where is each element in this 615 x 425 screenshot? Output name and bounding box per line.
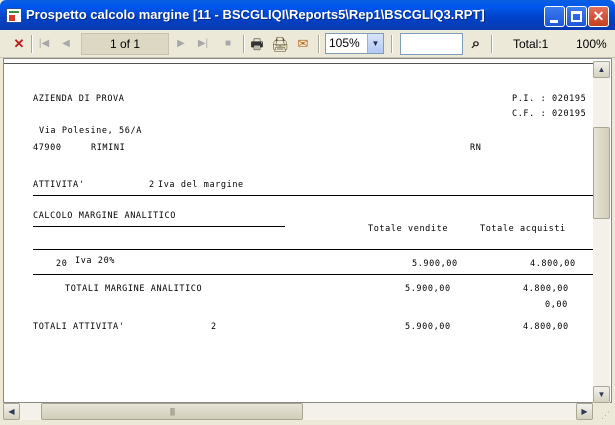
window-title: Prospetto calcolo margine [11 - BSCGLIQI… <box>26 7 485 22</box>
vertical-scrollbar[interactable]: ▲ ▼ <box>593 61 610 403</box>
viewer-toolbar: ✕ |◀ ◀ 1 of 1 ▶ ▶| ■ 🖶 🖨 ✉ 105% ▼ ⌕ Tota… <box>0 30 615 58</box>
horizontal-scroll-thumb[interactable]: |||| <box>41 403 303 420</box>
row-acquisti: 4.800,00 <box>530 259 576 269</box>
toolbar-separator <box>491 35 492 53</box>
vertical-scroll-thumb[interactable] <box>593 127 610 219</box>
row-divider <box>33 274 596 275</box>
printer-setup-icon[interactable]: 🖨 <box>271 34 289 54</box>
search-input[interactable] <box>400 33 463 55</box>
total-records-label: Total:1 <box>513 37 549 51</box>
company-name: AZIENDA DI PROVA <box>33 94 125 104</box>
totali-attivita-acquisti: 4.800,00 <box>523 322 569 332</box>
export-icon[interactable]: ✉ <box>294 34 312 54</box>
records-percent-label: 100% <box>576 37 607 51</box>
attivita-description: Iva del margine <box>158 180 244 190</box>
company-cap: 47900 <box>33 143 62 153</box>
section-divider <box>33 195 596 196</box>
page-top-edge <box>4 63 596 64</box>
toolbar-separator <box>243 35 244 53</box>
previous-page-icon[interactable]: ◀ <box>59 34 73 54</box>
toolbar-separator <box>318 35 319 53</box>
company-city: RIMINI <box>91 143 126 153</box>
company-address: Via Polesine, 56/A <box>39 126 142 136</box>
totali-attivita-code: 2 <box>211 322 217 332</box>
header-divider <box>33 249 596 250</box>
attivita-code: 2 <box>149 180 155 190</box>
report-app-icon <box>6 8 22 23</box>
print-icon[interactable]: 🖶 <box>248 34 266 54</box>
toolbar-separator <box>31 35 32 53</box>
totali-margine-extra: 0,00 <box>545 300 568 310</box>
scroll-right-icon[interactable]: ▶ <box>576 403 593 420</box>
zoom-select[interactable]: 105% ▼ <box>325 33 384 54</box>
minimize-icon <box>550 20 558 23</box>
company-province: RN <box>470 143 482 153</box>
column-header-acquisti: Totale acquisti <box>480 224 566 234</box>
row-description: Iva 20% <box>75 256 116 266</box>
last-page-icon[interactable]: ▶| <box>195 34 211 54</box>
codice-fiscale: C.F. : 020195 <box>512 109 587 119</box>
row-code: 20 <box>56 259 68 269</box>
scroll-down-icon[interactable]: ▼ <box>593 386 610 403</box>
section-title: CALCOLO MARGINE ANALITICO <box>33 211 176 221</box>
close-icon: ✕ <box>592 8 605 24</box>
close-window-button[interactable]: ✕ <box>588 6 609 27</box>
first-page-icon[interactable]: |◀ <box>36 34 52 54</box>
next-page-icon[interactable]: ▶ <box>174 34 188 54</box>
totali-attivita-vendite: 5.900,00 <box>405 322 451 332</box>
totali-attivita-label: TOTALI ATTIVITA' <box>33 322 125 332</box>
zoom-value: 105% <box>329 36 360 50</box>
stop-icon[interactable]: ■ <box>221 34 235 54</box>
toolbar-separator <box>391 35 392 53</box>
resize-corner[interactable]: ⋰ <box>593 403 613 423</box>
scroll-left-icon[interactable]: ◀ <box>3 403 20 420</box>
minimize-button[interactable] <box>544 6 565 27</box>
scroll-up-icon[interactable]: ▲ <box>593 61 610 78</box>
column-header-vendite: Totale vendite <box>368 224 449 234</box>
totali-margine-acquisti: 4.800,00 <box>523 284 569 294</box>
find-binoculars-icon[interactable]: ⌕ <box>467 34 485 54</box>
close-report-icon[interactable]: ✕ <box>10 34 28 54</box>
partita-iva: P.I. : 020195 <box>512 94 587 104</box>
title-underline <box>33 226 285 227</box>
title-bar: Prospetto calcolo margine [11 - BSCGLIQI… <box>0 0 615 30</box>
maximize-button[interactable] <box>566 6 587 27</box>
attivita-label: ATTIVITA' <box>33 180 85 190</box>
totali-margine-vendite: 5.900,00 <box>405 284 451 294</box>
maximize-icon <box>571 11 582 22</box>
totali-margine-label: TOTALI MARGINE ANALITICO <box>65 284 203 294</box>
horizontal-scrollbar[interactable]: ◀ |||| ▶ <box>3 403 593 420</box>
row-vendite: 5.900,00 <box>412 259 458 269</box>
chevron-down-icon[interactable]: ▼ <box>367 34 383 53</box>
page-indicator: 1 of 1 <box>81 33 169 55</box>
report-page: AZIENDA DI PROVA P.I. : 020195 C.F. : 02… <box>3 58 612 403</box>
resize-grip-icon: ⋰ <box>601 410 610 420</box>
